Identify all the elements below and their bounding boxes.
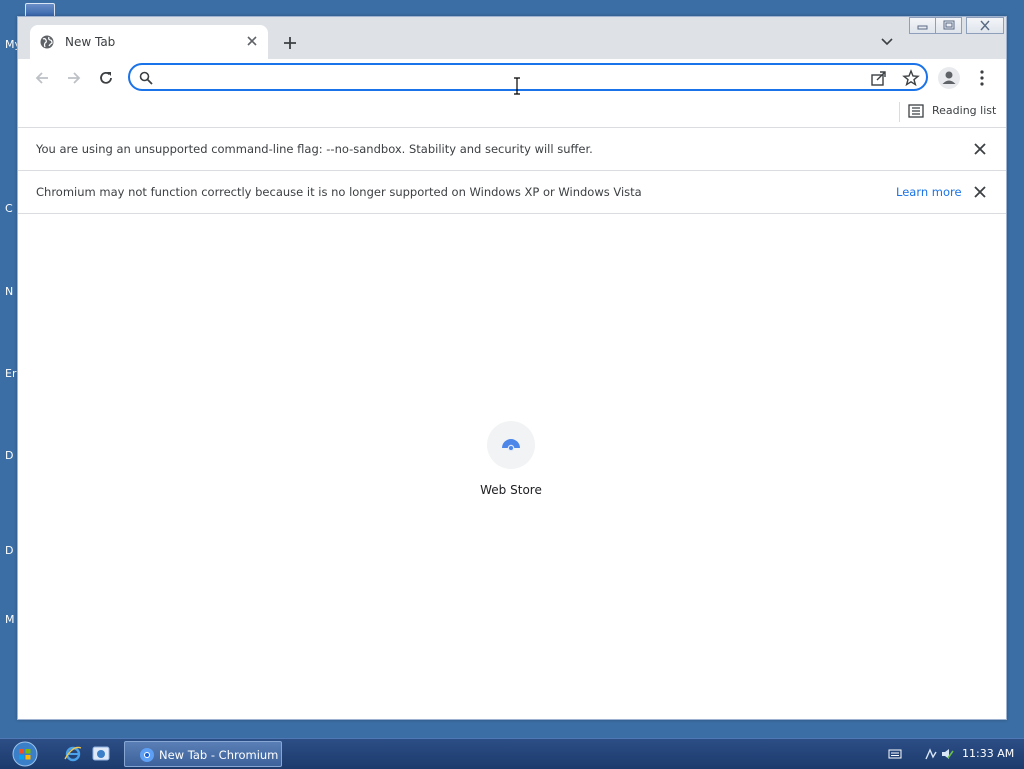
reading-list-label: Reading list [932, 104, 997, 117]
browser-window: New Tab Reading list You are using an un… [17, 16, 1007, 720]
shortcut-web-store[interactable]: Web Store [471, 421, 551, 505]
show-desktop-icon[interactable] [92, 745, 110, 763]
globe-icon [40, 35, 54, 49]
desktop-icon-label[interactable]: D [5, 449, 13, 462]
infobar-message: You are using an unsupported command-lin… [36, 142, 593, 156]
infobar-close-icon[interactable] [973, 142, 987, 156]
tab-close-icon[interactable] [244, 33, 260, 49]
start-button-icon[interactable] [8, 741, 42, 767]
reload-icon[interactable] [97, 69, 115, 87]
learn-more-link[interactable]: Learn more [896, 185, 962, 199]
tab-search-chevron-icon[interactable] [880, 36, 894, 48]
desktop-icon-label[interactable]: M [5, 613, 15, 626]
forward-arrow-icon[interactable] [65, 69, 83, 87]
infobar-sandbox-warning: You are using an unsupported command-lin… [18, 128, 1006, 171]
internet-explorer-icon[interactable] [64, 745, 82, 763]
new-tab-plus-icon[interactable] [280, 33, 300, 53]
taskbar-window-button[interactable]: New Tab - Chromium [124, 741, 282, 767]
shortcut-label: Web Store [480, 483, 542, 497]
taskbar-window-title: New Tab - Chromium [159, 748, 279, 762]
person-icon [942, 71, 956, 84]
bookmark-separator [899, 102, 900, 122]
chromium-icon [140, 748, 154, 762]
volume-tray-icon[interactable] [940, 747, 954, 761]
tab-new-tab[interactable]: New Tab [30, 25, 268, 59]
keyboard-tray-icon[interactable] [888, 747, 902, 761]
web-store-icon [502, 439, 520, 452]
new-tab-page: Web Store [18, 215, 1006, 719]
taskbar: New Tab - Chromium 11:33 AM [0, 738, 1024, 769]
minimize-button[interactable] [909, 17, 936, 34]
text-cursor-icon [514, 77, 520, 95]
share-icon[interactable] [870, 69, 888, 87]
infobar-message: Chromium may not function correctly beca… [36, 185, 642, 199]
tab-strip: New Tab [18, 17, 1006, 59]
desktop-icon-label[interactable]: C [5, 202, 13, 215]
network-tray-icon[interactable] [924, 747, 938, 761]
more-menu-icon[interactable] [976, 69, 988, 87]
maximize-button[interactable] [935, 17, 962, 34]
address-bar[interactable] [128, 63, 928, 91]
shortcut-tile [487, 421, 535, 469]
back-arrow-icon[interactable] [33, 69, 51, 87]
bookmark-bar: Reading list [18, 97, 1006, 128]
infobar-close-icon[interactable] [973, 185, 987, 199]
taskbar-clock[interactable]: 11:33 AM [962, 747, 1014, 760]
bookmark-star-icon[interactable] [902, 69, 920, 87]
desktop-icon-label[interactable]: D [5, 544, 13, 557]
desktop-icon-label[interactable]: Er [5, 367, 16, 380]
infobar-unsupported-os: Chromium may not function correctly beca… [18, 171, 1006, 214]
profile-avatar[interactable] [938, 67, 960, 89]
desktop-icon-label[interactable]: N [5, 285, 13, 298]
reading-list-icon [908, 104, 924, 118]
search-icon [139, 71, 153, 85]
tab-title: New Tab [65, 35, 116, 49]
close-window-button[interactable] [966, 17, 1004, 34]
